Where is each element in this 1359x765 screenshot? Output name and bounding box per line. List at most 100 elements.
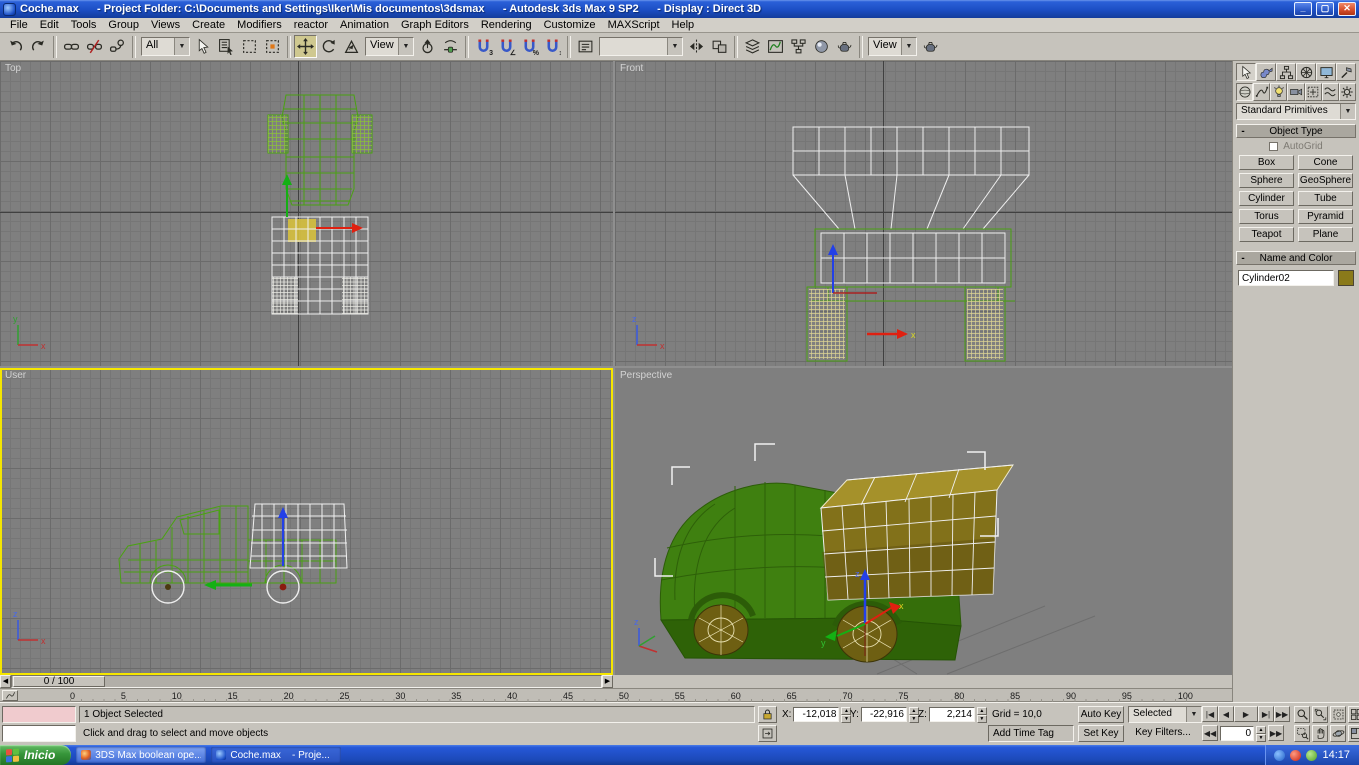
tab-motion-icon[interactable] — [1296, 63, 1316, 81]
name-color-rollout-header[interactable]: - Name and Color — [1236, 251, 1356, 265]
time-slider-left-arrow[interactable]: ◀ — [0, 675, 11, 688]
menu-modifiers[interactable]: Modifiers — [231, 18, 288, 32]
front-wheel-left-wireframe[interactable] — [809, 289, 845, 359]
zoom-region-icon[interactable] — [1294, 725, 1310, 742]
auto-key-button[interactable]: Auto Key — [1078, 706, 1124, 723]
percent-snap-toggle-icon[interactable]: % — [518, 35, 541, 58]
key-mode-select[interactable]: Selected ▼ — [1128, 706, 1202, 723]
y-coordinate-field[interactable]: -22,916 — [860, 707, 907, 722]
taskbar-task-browser[interactable]: 3DS Max boolean ope... — [76, 747, 207, 763]
sphere-button[interactable]: Sphere — [1239, 173, 1294, 188]
named-selection-sets-select[interactable]: ▼ — [599, 37, 683, 56]
maxscript-mini-listener[interactable] — [2, 725, 76, 742]
use-pivot-point-center-icon[interactable] — [416, 35, 439, 58]
front-wheel-right-wireframe[interactable] — [967, 289, 1003, 359]
car-front-wireframe[interactable] — [792, 126, 1030, 284]
x-coordinate-field[interactable]: -12,018 — [793, 707, 840, 722]
object-type-rollout-header[interactable]: - Object Type — [1236, 124, 1356, 138]
schematic-view-icon[interactable] — [787, 35, 810, 58]
teapot-button[interactable]: Teapot — [1239, 227, 1294, 242]
zoom-extents-all-icon[interactable] — [1348, 706, 1359, 723]
menu-edit[interactable]: Edit — [34, 18, 65, 32]
primitive-category-select[interactable]: Standard Primitives ▼ — [1236, 103, 1356, 120]
spinner-snap-toggle-icon[interactable]: ↕ — [541, 35, 564, 58]
torus-button[interactable]: Torus — [1239, 209, 1294, 224]
taskbar-task-3dsmax[interactable]: Coche.max - Proje... — [211, 747, 342, 763]
viewport-perspective-label[interactable]: Perspective — [620, 370, 672, 381]
tray-shield-icon[interactable] — [1306, 749, 1318, 761]
menu-animation[interactable]: Animation — [334, 18, 395, 32]
layer-manager-icon[interactable] — [741, 35, 764, 58]
category-lights-icon[interactable] — [1270, 83, 1288, 101]
menu-views[interactable]: Views — [145, 18, 186, 32]
time-slider-right-arrow[interactable]: ▶ — [602, 675, 613, 688]
previous-key-icon[interactable]: ◀◀ — [1202, 725, 1218, 741]
arc-rotate-icon[interactable] — [1330, 725, 1346, 742]
selected-pickup-bed-box[interactable] — [819, 464, 1014, 601]
category-geometry-icon[interactable] — [1236, 83, 1254, 101]
reference-coordinate-system-select[interactable]: View ▼ — [365, 37, 414, 56]
menu-create[interactable]: Create — [186, 18, 231, 32]
tube-button[interactable]: Tube — [1298, 191, 1353, 206]
current-time-field[interactable]: 0 — [1220, 725, 1254, 741]
autogrid-checkbox[interactable] — [1269, 141, 1279, 151]
select-and-move-icon[interactable] — [294, 35, 317, 58]
gizmo-xy-plane-handle[interactable] — [288, 219, 316, 242]
zoom-all-icon[interactable] — [1312, 706, 1328, 723]
category-spacewarps-icon[interactable] — [1321, 83, 1339, 101]
curve-editor-icon[interactable] — [764, 35, 787, 58]
close-button[interactable]: ✕ — [1338, 2, 1356, 16]
category-shapes-icon[interactable] — [1253, 83, 1271, 101]
tab-hierarchy-icon[interactable] — [1276, 63, 1296, 81]
next-frame-icon[interactable]: ▶| — [1258, 706, 1274, 722]
time-slider-handle[interactable]: 0 / 100 — [13, 676, 105, 687]
cylinder-button[interactable]: Cylinder — [1239, 191, 1294, 206]
cone-button[interactable]: Cone — [1298, 155, 1353, 170]
key-filters-button[interactable]: Key Filters... — [1126, 725, 1200, 742]
select-object-icon[interactable] — [192, 35, 215, 58]
viewport-front[interactable]: Front x z x — [615, 61, 1232, 366]
select-and-rotate-icon[interactable] — [317, 35, 340, 58]
pan-view-icon[interactable] — [1312, 725, 1328, 742]
menu-graph-editors[interactable]: Graph Editors — [395, 18, 475, 32]
z-coordinate-field[interactable]: 2,214 — [928, 707, 975, 722]
add-time-tag[interactable]: Add Time Tag — [988, 725, 1074, 742]
snaps-toggle-icon[interactable]: 3 — [472, 35, 495, 58]
move-gizmo[interactable] — [204, 507, 288, 591]
car-body-top-wireframe[interactable] — [267, 94, 373, 206]
menu-help[interactable]: Help — [666, 18, 701, 32]
select-by-name-icon[interactable] — [215, 35, 238, 58]
selection-lock-toggle-icon[interactable] — [758, 706, 777, 723]
z-spinner[interactable]: ▲ ▼ — [976, 707, 987, 723]
play-animation-icon[interactable]: ▶ — [1234, 706, 1258, 722]
viewport-front-label[interactable]: Front — [620, 63, 643, 74]
menu-tools[interactable]: Tools — [65, 18, 103, 32]
quick-render-icon[interactable] — [919, 35, 942, 58]
category-cameras-icon[interactable] — [1287, 83, 1305, 101]
menu-customize[interactable]: Customize — [538, 18, 602, 32]
selected-cylinder-side-wireframe[interactable] — [249, 503, 348, 569]
start-button[interactable]: Inicio — [0, 745, 72, 765]
selection-filter-select[interactable]: All ▼ — [141, 37, 190, 56]
maximize-button[interactable]: ▢ — [1316, 2, 1334, 16]
unlink-selection-icon[interactable] — [83, 35, 106, 58]
menu-file[interactable]: File — [4, 18, 34, 32]
tab-create-icon[interactable] — [1236, 63, 1256, 81]
tab-modify-icon[interactable] — [1256, 63, 1276, 81]
time-slider-track[interactable]: 0 / 100 — [11, 675, 602, 688]
align-icon[interactable] — [708, 35, 731, 58]
rectangular-selection-region-icon[interactable] — [238, 35, 261, 58]
select-and-scale-icon[interactable] — [340, 35, 363, 58]
zoom-icon[interactable] — [1294, 706, 1310, 723]
viewport-perspective[interactable]: Perspective x y z z — [615, 368, 1232, 675]
plane-button[interactable]: Plane — [1298, 227, 1353, 242]
object-name-field[interactable]: Cylinder02 — [1238, 270, 1334, 286]
select-and-manipulate-icon[interactable] — [439, 35, 462, 58]
box-button[interactable]: Box — [1239, 155, 1294, 170]
menu-maxscript[interactable]: MAXScript — [602, 18, 666, 32]
pyramid-button[interactable]: Pyramid — [1298, 209, 1353, 224]
next-key-icon[interactable]: ▶▶ — [1268, 725, 1284, 741]
go-to-end-icon[interactable]: ▶▶ — [1274, 706, 1290, 722]
zoom-extents-icon[interactable] — [1330, 706, 1346, 723]
absolute-mode-transform-typein-icon[interactable] — [758, 725, 777, 742]
